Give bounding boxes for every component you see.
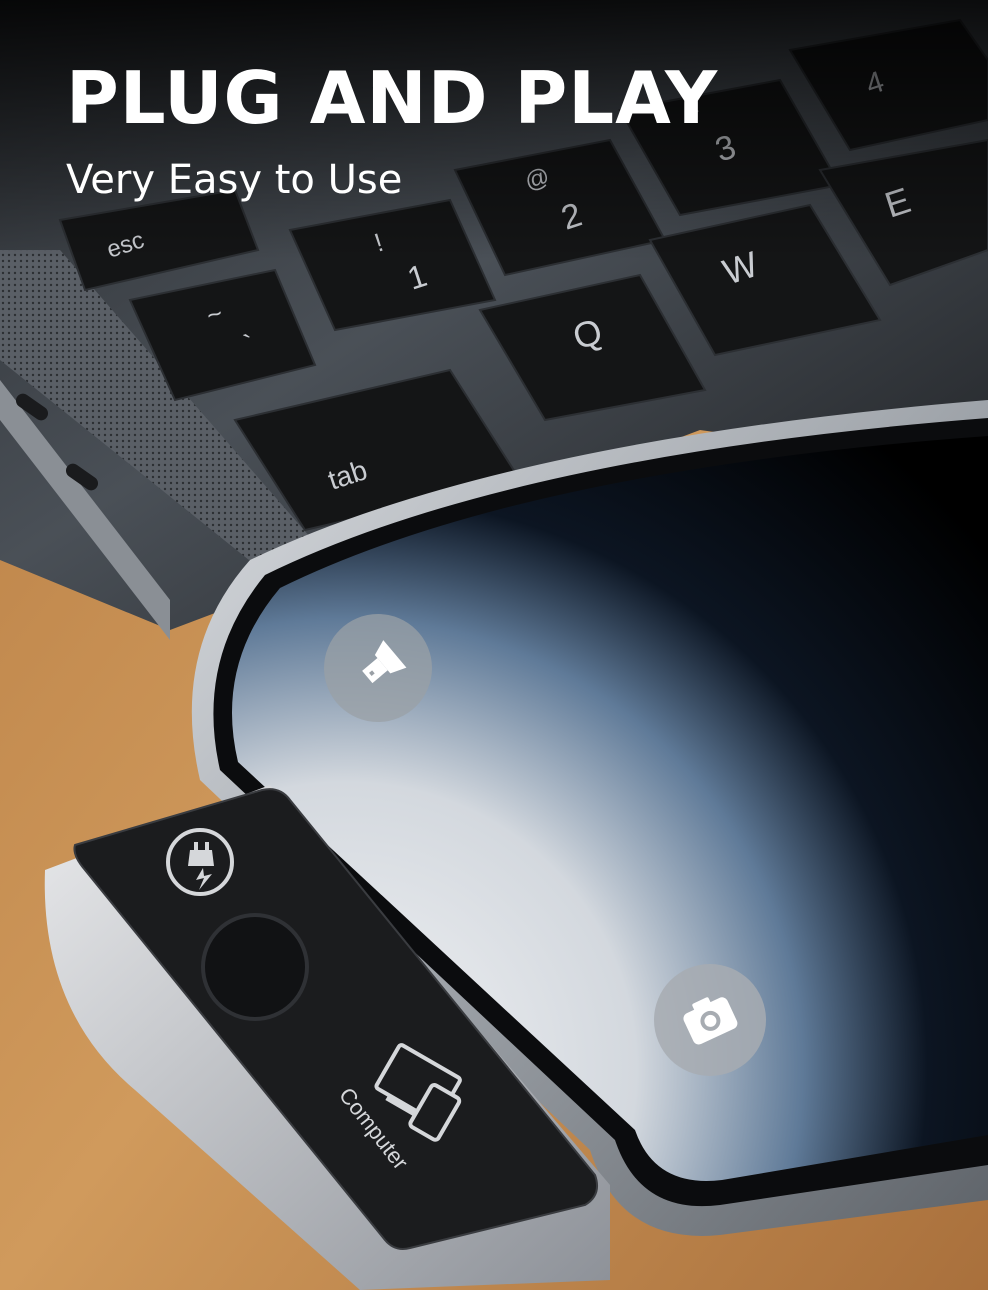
flashlight-button[interactable] — [324, 614, 432, 722]
product-scene: esc ~ ` ! 1 @ 2 # 3 4 Q W E tab — [0, 0, 988, 1290]
camera-button[interactable] — [654, 964, 766, 1076]
subheadline: Very Easy to Use — [66, 157, 403, 203]
mode-switch-button[interactable] — [201, 913, 309, 1021]
headline: PLUG AND PLAY — [66, 56, 719, 140]
